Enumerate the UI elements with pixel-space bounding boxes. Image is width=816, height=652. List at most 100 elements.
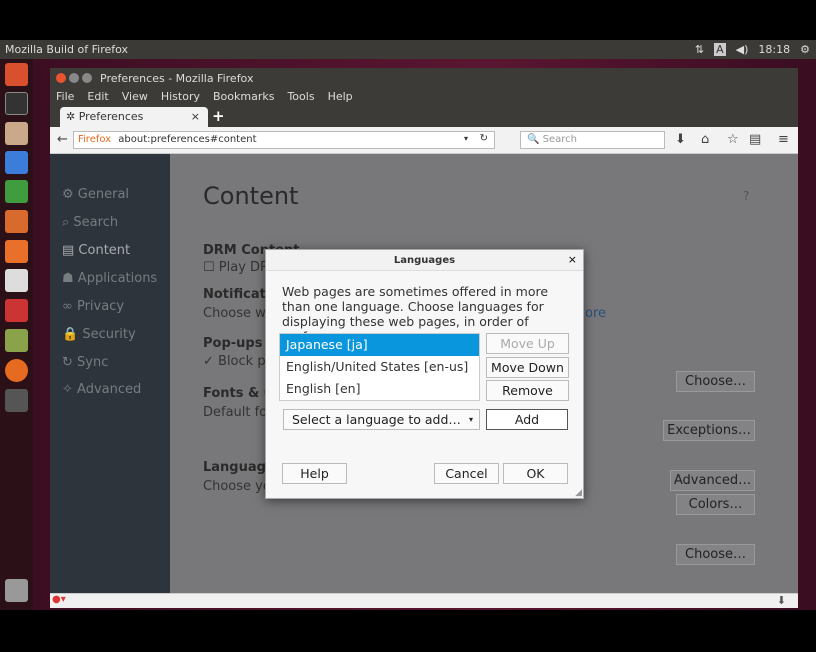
learn-more-link[interactable]: ore [585, 306, 606, 321]
sidebar-item-privacy[interactable]: ∞ Privacy [62, 299, 124, 314]
active-app-title: Mozilla Build of Firefox [5, 43, 129, 56]
language-list[interactable]: Japanese [ja] English/United States [en-… [279, 333, 480, 401]
menu-bar: File Edit View History Bookmarks Tools H… [50, 87, 353, 106]
search-input[interactable]: 🔍 Search [520, 131, 665, 149]
list-item[interactable]: Japanese [ja] [280, 334, 479, 356]
firefox-icon[interactable] [5, 359, 28, 382]
languages-heading: Language [203, 460, 275, 475]
url-bar[interactable]: Firefox about:preferences#content ▾ ↻ [73, 131, 495, 149]
preferences-sidebar: ⚙ General ⌕ Search ▤ Content ☗ Applicati… [50, 154, 170, 593]
help-button[interactable]: Help [282, 463, 347, 484]
close-dialog-icon[interactable]: × [568, 253, 577, 266]
trash-icon[interactable] [5, 579, 28, 602]
sidebar-item-search[interactable]: ⌕ Search [62, 215, 118, 230]
colors-button[interactable]: Colors… [676, 494, 755, 515]
sidebar-item-security[interactable]: 🔒 Security [62, 327, 136, 342]
sidebar-item-content[interactable]: ▤ Content [62, 243, 130, 258]
languages-text: Choose yo [203, 479, 271, 494]
label: Content [78, 243, 131, 258]
exceptions-button[interactable]: Exceptions… [663, 420, 755, 441]
move-down-button[interactable]: Move Down [486, 357, 569, 378]
list-item[interactable]: English/United States [en-us] [280, 356, 479, 378]
power-icon[interactable]: ⚙ [800, 43, 810, 56]
home-icon[interactable]: ⌂ [701, 132, 709, 147]
window-title: Preferences - Mozilla Firefox [100, 72, 254, 85]
list-item[interactable]: English [en] [280, 378, 479, 400]
status-bar: ●▾ ⬇ [50, 593, 798, 608]
identity-label: Firefox [78, 134, 112, 145]
choose-languages-button[interactable]: Choose… [676, 544, 755, 565]
close-window-button[interactable] [56, 73, 66, 83]
back-icon[interactable]: ← [57, 132, 68, 147]
hamburger-menu-icon[interactable]: ≡ [778, 132, 789, 147]
pocket-icon[interactable]: ▤ [749, 132, 761, 147]
sidebar-item-general[interactable]: ⚙ General [62, 187, 129, 202]
languages-dialog: Languages × Web pages are sometimes offe… [265, 249, 584, 499]
remove-button[interactable]: Remove [486, 380, 569, 401]
choose-notifications-button[interactable]: Choose… [676, 371, 755, 392]
chevron-down-icon: ▾ [468, 415, 473, 424]
advanced-fonts-button[interactable]: Advanced… [670, 470, 755, 491]
dropdown-icon[interactable]: ▾ [464, 134, 468, 143]
nav-bar: ← Firefox about:preferences#content ▾ ↻ … [50, 127, 798, 154]
volume-icon[interactable]: ◀) [736, 43, 749, 56]
menu-history[interactable]: History [161, 90, 200, 103]
sidebar-item-sync[interactable]: ↻ Sync [62, 355, 108, 370]
menu-file[interactable]: File [56, 90, 74, 103]
files-icon[interactable] [5, 122, 28, 145]
ok-button[interactable]: OK [503, 463, 568, 484]
minimize-button[interactable] [69, 73, 79, 83]
sidebar-item-applications[interactable]: ☗ Applications [62, 271, 157, 286]
gear-icon: ✲ [66, 110, 76, 123]
tab-strip: ✲ Preferences × + [50, 106, 798, 127]
reload-icon[interactable]: ↻ [480, 133, 488, 144]
close-tab-icon[interactable]: × [191, 110, 200, 123]
menu-edit[interactable]: Edit [87, 90, 108, 103]
menu-bookmarks[interactable]: Bookmarks [213, 90, 274, 103]
title-bar: Preferences - Mozilla Firefox [50, 68, 798, 87]
software-center-icon[interactable] [5, 240, 28, 263]
workspaces-icon[interactable] [5, 389, 28, 412]
help-icon[interactable]: ? [743, 189, 749, 203]
label: General [77, 187, 130, 202]
label: Block p [218, 354, 266, 369]
menu-tools[interactable]: Tools [287, 90, 314, 103]
download-icon[interactable]: ⬇ [675, 132, 686, 147]
download-status-icon[interactable]: ⬇ [777, 594, 786, 607]
popups-heading: Pop-ups [203, 336, 263, 351]
settings-icon[interactable] [5, 299, 28, 322]
label: Security [82, 327, 136, 342]
label: Sync [77, 355, 109, 370]
tab-preferences[interactable]: ✲ Preferences × [60, 107, 208, 127]
move-up-button[interactable]: Move Up [486, 333, 569, 354]
label: Advanced [77, 382, 142, 397]
bookmark-star-icon[interactable]: ☆ [727, 132, 739, 147]
keyboard-icon[interactable]: A [714, 43, 726, 56]
cancel-button[interactable]: Cancel [434, 463, 499, 484]
notifications-text: Choose wh [203, 306, 274, 321]
amazon-icon[interactable] [5, 269, 28, 292]
clock[interactable]: 18:18 [758, 43, 790, 56]
menu-help[interactable]: Help [328, 90, 353, 103]
select-value: Select a language to add… [292, 412, 461, 427]
calc-icon[interactable] [5, 180, 28, 203]
language-select[interactable]: Select a language to add… ▾ [283, 409, 480, 430]
addon-icon[interactable]: ●▾ [52, 594, 66, 605]
dash-icon[interactable] [5, 63, 28, 86]
terminal-icon[interactable] [5, 92, 28, 115]
new-tab-button[interactable]: + [212, 107, 225, 125]
impress-icon[interactable] [5, 210, 28, 233]
label: Applications [77, 271, 158, 286]
default-font-label: Default fo [203, 405, 268, 420]
sidebar-item-advanced[interactable]: ✧ Advanced [62, 382, 141, 397]
block-popups-checkbox[interactable]: ✓ Block p [203, 354, 266, 369]
fonts-heading: Fonts & C [203, 386, 274, 401]
network-icon[interactable]: ⇅ [695, 43, 704, 56]
menu-view[interactable]: View [122, 90, 148, 103]
top-panel: Mozilla Build of Firefox ⇅ A ◀) 18:18 ⚙ [0, 40, 816, 59]
updates-icon[interactable] [5, 329, 28, 352]
add-button[interactable]: Add [486, 409, 568, 430]
resize-grip-icon[interactable]: ◢ [575, 488, 582, 498]
writer-icon[interactable] [5, 151, 28, 174]
maximize-button[interactable] [82, 73, 92, 83]
